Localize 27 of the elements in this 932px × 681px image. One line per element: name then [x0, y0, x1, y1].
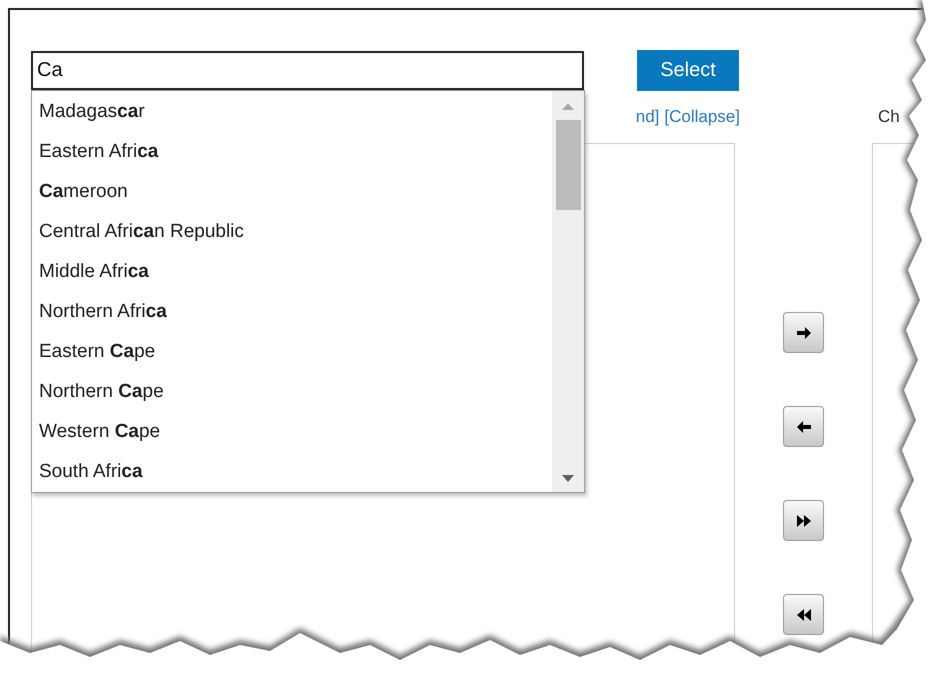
panel-label: Ch	[878, 107, 900, 127]
suggestion-item[interactable]: South Africa	[32, 452, 552, 492]
right-arrow-icon	[796, 326, 812, 340]
tree-link[interactable]: nd]	[636, 107, 660, 127]
select-button[interactable]: Select	[637, 50, 739, 91]
transfer-button[interactable]	[783, 312, 824, 353]
suggestion-item[interactable]: Northern Africa	[32, 292, 552, 332]
scroll-down-icon	[562, 475, 574, 482]
suggestion-item[interactable]: Central African Republic	[32, 212, 552, 252]
tree-link[interactable]: [Collapse]	[664, 107, 740, 127]
suggestion-item[interactable]: Western Cape	[32, 412, 552, 452]
double-left-icon	[796, 608, 812, 622]
suggestion-item[interactable]: Cameroon	[32, 172, 552, 212]
transfer-button[interactable]	[783, 406, 824, 447]
suggestion-item[interactable]: Northern Cape	[32, 372, 552, 412]
left-arrow-icon	[796, 420, 812, 434]
suggestion-item[interactable]: Eastern Cape	[32, 332, 552, 372]
double-right-icon	[796, 514, 812, 528]
scroll-thumb[interactable]	[556, 120, 580, 210]
suggestion-item[interactable]: Madagascar	[32, 92, 552, 132]
scrollbar[interactable]	[552, 91, 584, 492]
suggestion-item[interactable]: Middle Africa	[32, 252, 552, 292]
transfer-button[interactable]	[783, 594, 824, 635]
scroll-up-icon	[562, 103, 574, 110]
search-field[interactable]: Ca	[31, 51, 584, 90]
transfer-button[interactable]	[783, 500, 824, 541]
suggestion-item[interactable]: Eastern Africa	[32, 132, 552, 172]
